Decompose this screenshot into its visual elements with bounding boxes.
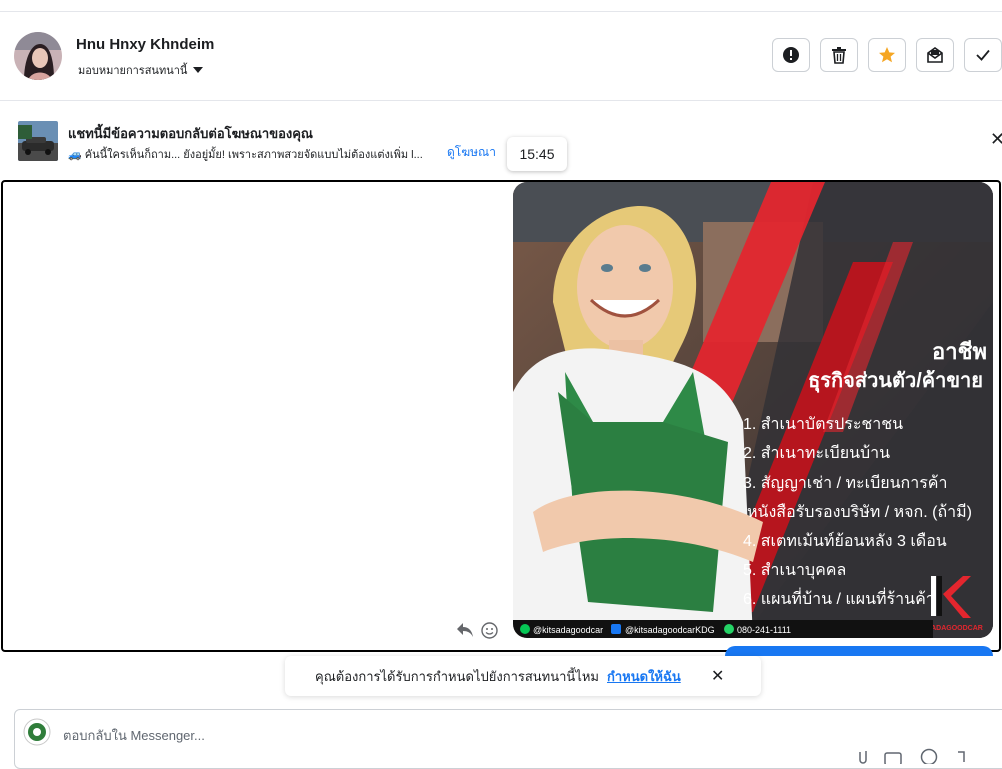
top-divider — [0, 0, 1002, 12]
mark-unread-button[interactable] — [916, 38, 954, 72]
react-button[interactable] — [481, 622, 498, 644]
contact-name[interactable]: Hnu Hnxy Khndeim — [76, 36, 214, 53]
trash-icon — [832, 47, 846, 64]
ad-snippet: 🚙 คันนี้ใครเห็นก็ถาม... ยังอยู่มั้ย! เพร… — [68, 149, 423, 161]
reply-composer[interactable]: ตอบกลับใน Messenger... — [14, 709, 1002, 769]
facebook-icon — [611, 624, 621, 634]
assignment-prompt: คุณต้องการได้รับการกำหนดไปยังการสนทนานี้… — [285, 656, 761, 696]
mark-unread-icon — [927, 47, 943, 63]
poster-footer-line: @kitsadagoodcar — [533, 625, 603, 635]
chevron-down-icon — [193, 67, 204, 73]
check-icon — [976, 49, 990, 61]
close-icon[interactable]: ✕ — [711, 666, 724, 686]
whatsapp-icon — [724, 624, 734, 634]
poster-item: 2. สำเนาทะเบียนบ้าน — [743, 444, 890, 462]
message-thread: อาชีพ ธุรกิจส่วนตัว/ค้าขาย 1. สำเนาบัตรป… — [1, 180, 1001, 652]
poster-item: 4. สเตทเม้นท์ย้อนหลัง 3 เดือน — [743, 531, 947, 550]
star-button[interactable] — [868, 38, 906, 72]
image-message[interactable]: อาชีพ ธุรกิจส่วนตัว/ค้าขาย 1. สำเนาบัตรป… — [513, 182, 993, 638]
outgoing-message-bubble-edge — [725, 646, 993, 656]
assign-to-me-link[interactable]: กำหนดให้ฉัน — [607, 666, 681, 687]
reply-arrow-icon — [457, 623, 473, 637]
poster-item: หนังสือรับรองบริษัท / หจก. (ถ้ามี) — [747, 503, 972, 521]
poster-item: 5. สำเนาบุคคล — [743, 562, 846, 580]
saved-reply-icon[interactable] — [884, 748, 902, 769]
star-icon — [879, 47, 895, 63]
close-icon[interactable]: ✕ — [990, 129, 1002, 150]
assignment-prompt-text: คุณต้องการได้รับการกำหนดไปยังการสนทนานี้… — [315, 668, 599, 684]
mark-spam-button[interactable] — [772, 38, 810, 72]
poster-footer-fb: @kitsadagoodcarKDG — [625, 625, 715, 635]
smiley-icon — [481, 622, 498, 639]
contact-avatar[interactable] — [14, 32, 62, 80]
poster-image: อาชีพ ธุรกิจส่วนตัว/ค้าขาย 1. สำเนาบัตรป… — [513, 182, 993, 638]
poster-heading-1: อาชีพ — [932, 339, 987, 364]
attachment-icon[interactable] — [857, 748, 869, 769]
assign-label: มอบหมายการสนทนานี้ — [78, 65, 188, 77]
ad-reply-title: แชทนี้มีข้อความตอบกลับต่อโฆษณาของคุณ — [68, 126, 313, 141]
assign-conversation-dropdown[interactable]: มอบหมายการสนทนานี้ — [78, 61, 204, 79]
poster-item: 6. แผนที่บ้าน / แผนที่ร้านค้า — [743, 587, 935, 608]
conversation-header: Hnu Hnxy Khndeim มอบหมายการสนทนานี้ — [0, 12, 1002, 101]
ad-thumbnail[interactable] — [18, 121, 58, 161]
poster-item: 1. สำเนาบัตรประชาชน — [743, 416, 903, 433]
reply-action-button[interactable] — [456, 622, 474, 643]
alert-icon — [783, 47, 799, 63]
gif-icon[interactable] — [956, 748, 972, 769]
line-icon — [520, 624, 530, 634]
poster-heading-2: ธุรกิจส่วนตัว/ค้าขาย — [808, 369, 983, 393]
emoji-icon[interactable] — [920, 748, 938, 769]
ad-reply-banner: แชทนี้มีข้อความตอบกลับต่อโฆษณาของคุณ 🚙 ค… — [0, 101, 1002, 179]
delete-button[interactable] — [820, 38, 858, 72]
message-time-tooltip: 15:45 — [507, 137, 567, 171]
mark-done-button[interactable] — [964, 38, 1002, 72]
poster-item: 3. สัญญาเช่า / ทะเบียนการค้า — [743, 474, 947, 492]
page-avatar — [23, 718, 51, 746]
poster-footer-phone: 080-241-1111 — [737, 625, 791, 635]
view-ad-link[interactable]: ดูโฆษณา — [447, 143, 496, 162]
reply-input[interactable]: ตอบกลับใน Messenger... — [63, 725, 205, 746]
